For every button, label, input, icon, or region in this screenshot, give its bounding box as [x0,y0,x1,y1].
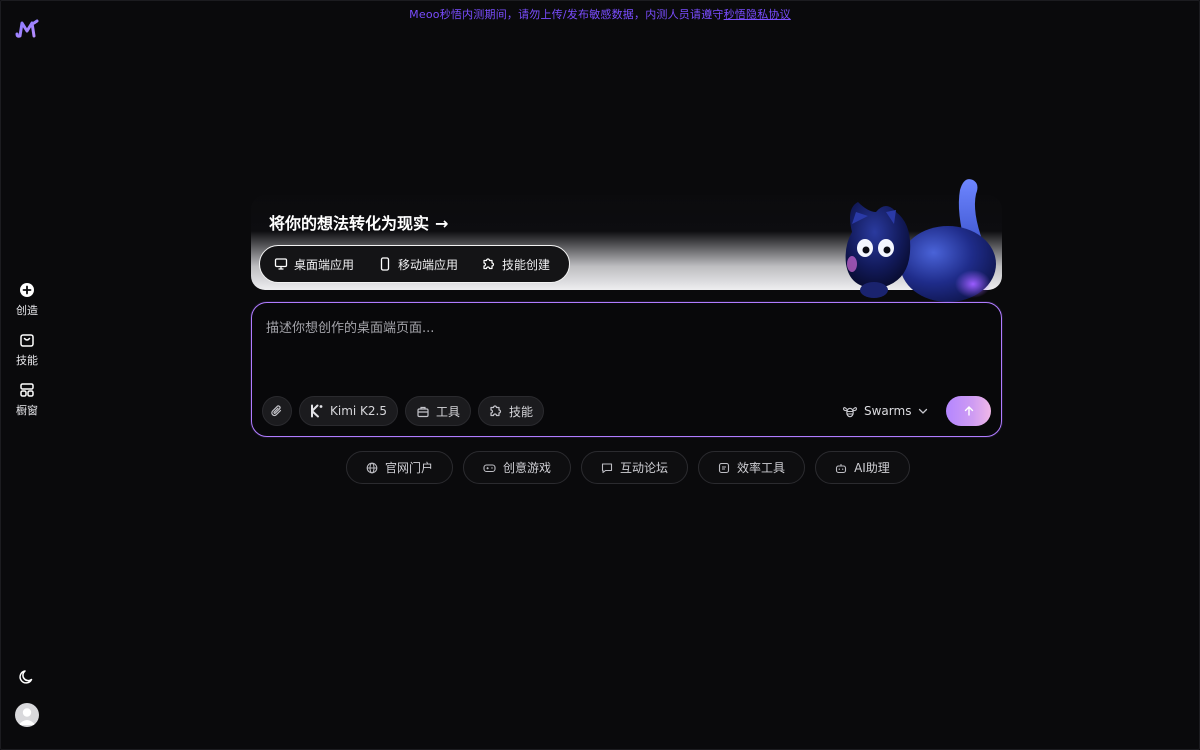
tool-icon [718,462,730,474]
arrow-up-icon [963,405,975,417]
side-nav: 创造 技能 橱窗 [0,281,54,431]
chip-label: 技能创建 [502,257,551,272]
robot-icon [835,462,847,474]
bag-icon [18,331,36,349]
moon-icon [17,667,37,687]
globe-icon [366,462,378,474]
suggestion-creative-game[interactable]: 创意游戏 [463,451,572,484]
user-avatar[interactable] [15,703,39,727]
kimi-logo-icon [310,404,324,418]
sidebar-item-create[interactable]: 创造 [0,281,54,331]
suggestion-list: 官网门户 创意游戏 互动论坛 效率工具 AI助理 [346,451,910,484]
chip-label: 桌面端应用 [294,257,355,272]
plus-circle-icon [18,281,36,299]
phone-icon [378,257,392,271]
monitor-icon [274,257,288,271]
suggestion-label: 官网门户 [385,461,434,475]
app-type-chips: 桌面端应用 移动端应用 技能创建 [259,245,570,283]
suggestion-ai-assistant[interactable]: AI助理 [815,451,910,484]
sidebar-item-skills[interactable]: 技能 [0,331,54,381]
banner-title-text: 将你的想法转化为现实 [269,214,430,233]
swarms-label: Swarms [864,404,912,418]
model-selector-button[interactable]: Kimi K2.5 [299,396,398,426]
sidebar-item-label: 创造 [16,304,38,317]
puzzle-icon [489,404,503,418]
chip-label: 移动端应用 [398,257,459,272]
skills-label: 技能 [509,404,534,419]
sidebar-item-label: 技能 [16,354,38,367]
notice-text: Meoo秒悟内测期间，请勿上传/发布敏感数据，内测人员请遵守 [409,8,724,21]
chevron-down-icon [917,405,929,417]
app-logo[interactable] [14,17,40,39]
arrow-right-icon: → [435,214,449,233]
cat-mascot-illustration [838,172,1003,307]
logo-icon [15,19,39,38]
attach-button[interactable] [262,396,292,426]
skills-button[interactable]: 技能 [478,396,545,426]
model-label: Kimi K2.5 [330,404,387,418]
paperclip-icon [270,404,284,418]
suggestion-label: 创意游戏 [503,461,552,475]
sidebar-item-label: 橱窗 [16,404,38,417]
grid-icon [18,381,36,399]
suggestion-label: 互动论坛 [620,461,669,475]
user-avatar-icon [15,703,39,727]
privacy-link[interactable]: 秒悟隐私协议 [724,8,791,21]
theme-toggle-button[interactable] [17,667,37,687]
prompt-composer: Kimi K2.5 工具 技能 Swarms [251,302,1002,437]
suggestion-productivity-tool[interactable]: 效率工具 [698,451,806,484]
prompt-input[interactable] [266,317,986,377]
bee-icon [842,403,858,419]
chip-desktop-app[interactable]: 桌面端应用 [268,251,360,277]
toolbox-icon [416,404,430,418]
swarms-dropdown[interactable]: Swarms [842,401,929,421]
composer-toolbar: Kimi K2.5 工具 技能 [262,396,551,426]
chat-icon [601,462,613,474]
sidebar-item-showcase[interactable]: 橱窗 [0,381,54,431]
tools-button[interactable]: 工具 [405,396,472,426]
suggestion-interactive-forum[interactable]: 互动论坛 [581,451,689,484]
puzzle-icon [482,257,496,271]
tools-label: 工具 [436,404,461,419]
banner-title[interactable]: 将你的想法转化为现实 → [269,210,448,234]
chip-mobile-app[interactable]: 移动端应用 [372,251,464,277]
gamepad-icon [483,462,496,474]
top-notice: Meoo秒悟内测期间，请勿上传/发布敏感数据，内测人员请遵守秒悟隐私协议 [0,6,1200,22]
send-button[interactable] [946,396,991,426]
suggestion-website-portal[interactable]: 官网门户 [346,451,454,484]
suggestion-label: 效率工具 [737,461,786,475]
suggestion-label: AI助理 [854,461,890,475]
chip-skill-create[interactable]: 技能创建 [476,251,556,277]
